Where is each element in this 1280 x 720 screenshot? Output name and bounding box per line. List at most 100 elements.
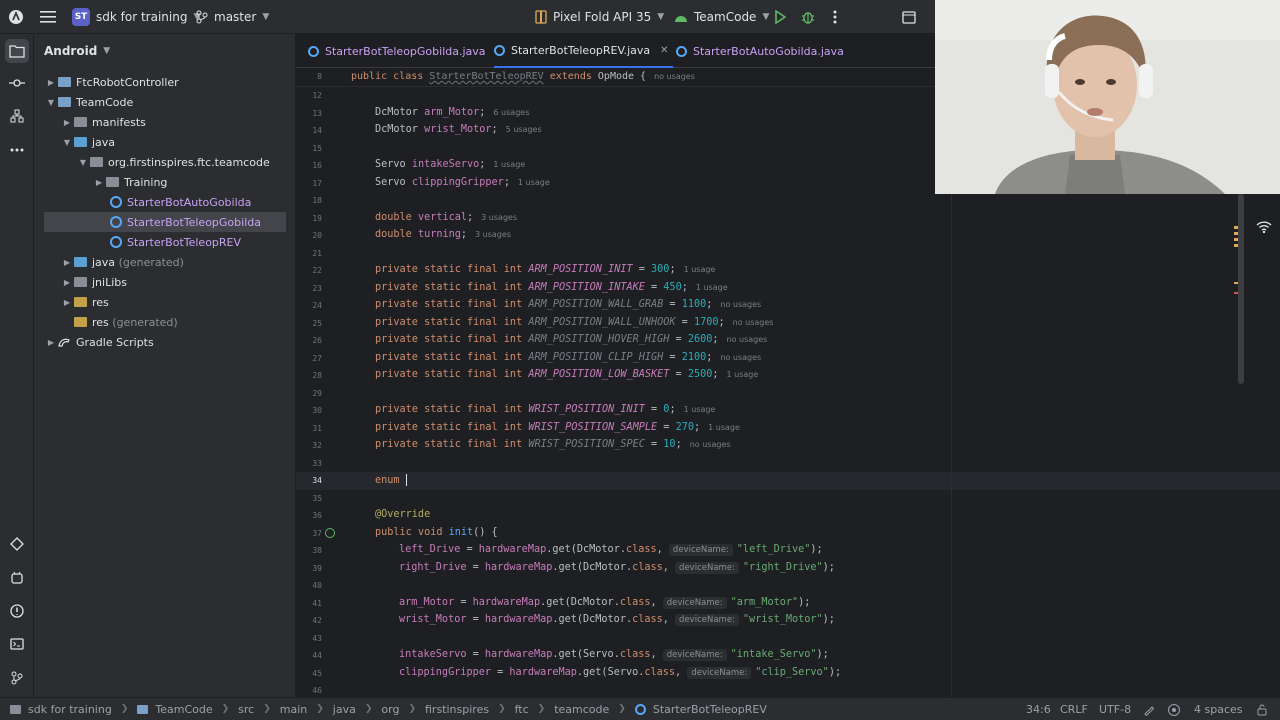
more-actions-icon[interactable] xyxy=(833,0,837,34)
tree-item-package[interactable]: ▼ org.firstinspires.ftc.teamcode xyxy=(34,152,296,172)
project-selector[interactable]: ST sdk for training ▼ xyxy=(72,0,200,34)
run-config-selector[interactable]: TeamCode ▼ xyxy=(674,0,769,34)
tree-item-starterbotteleoprev[interactable]: StarterBotTeleopREV xyxy=(34,232,296,252)
breadcrumb-item[interactable]: sdk for training xyxy=(10,703,112,716)
project-tool-button[interactable] xyxy=(5,39,29,63)
resource-folder-icon xyxy=(74,297,87,307)
override-gutter-icon[interactable] xyxy=(325,527,335,538)
project-view-selector[interactable]: Android ▼ xyxy=(34,34,295,68)
code-line[interactable]: 44 intakeServo = hardwareMap.get(Servo.cl… xyxy=(296,647,1280,665)
commit-tool-button[interactable] xyxy=(5,71,29,95)
tab-starterbotteleopgobilda[interactable]: StarterBotTeleopGobilda.java xyxy=(308,34,486,68)
app-logo-icon[interactable] xyxy=(8,0,24,34)
code-line[interactable]: 21 xyxy=(296,245,1280,263)
code-line[interactable]: 34 enum xyxy=(296,472,1280,490)
main-menu-icon[interactable] xyxy=(40,0,56,34)
hardware-map: hardwareMap xyxy=(484,561,553,573)
code-line[interactable]: 37 public void init() { xyxy=(296,525,1280,543)
gemini-tool-button[interactable] xyxy=(5,532,29,556)
code-line[interactable]: 22 private static final int ARM_POSITION_… xyxy=(296,262,1280,280)
breadcrumb-item[interactable]: TeamCode xyxy=(137,703,213,716)
breadcrumb-item[interactable]: main xyxy=(280,703,307,716)
terminal-tool-button[interactable] xyxy=(5,632,29,656)
tree-item-manifests[interactable]: ▶ manifests xyxy=(34,112,296,132)
code-line[interactable]: 30 private static final int WRIST_POSITIO… xyxy=(296,402,1280,420)
logcat-tool-button[interactable] xyxy=(5,566,29,590)
breadcrumb-item[interactable]: java xyxy=(333,703,356,716)
branch-selector[interactable]: master ▼ xyxy=(196,0,269,34)
tree-item-java[interactable]: ▼ java xyxy=(34,132,296,152)
readonly-toggle-icon[interactable] xyxy=(1143,698,1155,720)
tree-item-ftcrobotcontroller[interactable]: ▶ FtcRobotController xyxy=(34,72,296,92)
chevron-right-icon: ▶ xyxy=(63,297,71,307)
code-line[interactable]: 27 private static final int ARM_POSITION_… xyxy=(296,350,1280,368)
vertical-scrollbar[interactable] xyxy=(1238,194,1244,384)
code-line[interactable]: 38 left_Drive = hardwareMap.get(DcMotor.c… xyxy=(296,542,1280,560)
code-line[interactable]: 39 right_Drive = hardwareMap.get(DcMotor.… xyxy=(296,560,1280,578)
tree-item-starterbotautogobilda[interactable]: StarterBotAutoGobilda xyxy=(34,192,296,212)
tree-item-label: FtcRobotController xyxy=(76,75,179,89)
usage-hint: 6 usages xyxy=(493,107,530,117)
code-line[interactable]: 23 private static final int ARM_POSITION_… xyxy=(296,280,1280,298)
code-line[interactable]: 28 private static final int ARM_POSITION_… xyxy=(296,367,1280,385)
class-icon xyxy=(110,216,122,228)
tree-item-res-generated[interactable]: res (generated) xyxy=(34,312,296,332)
line-separator[interactable]: CRLF xyxy=(1060,698,1088,720)
indent-setting[interactable]: 4 spaces xyxy=(1194,698,1243,720)
code-line[interactable]: 35 xyxy=(296,490,1280,508)
cursor-position[interactable]: 34:6 xyxy=(1026,698,1051,720)
code-line[interactable]: 41 arm_Motor = hardwareMap.get(DcMotor.cl… xyxy=(296,595,1280,613)
inspection-icon[interactable] xyxy=(1167,698,1181,720)
tree-item-jnilibs[interactable]: ▶ jniLibs xyxy=(34,272,296,292)
code-line[interactable]: 19 double vertical; 3 usages xyxy=(296,210,1280,228)
line-number: 8 xyxy=(317,72,322,81)
debug-button[interactable] xyxy=(801,0,815,34)
tree-item-label: java xyxy=(92,135,116,149)
more-tools-icon[interactable] xyxy=(5,138,29,162)
run-button[interactable] xyxy=(774,0,786,34)
code-line[interactable]: 25 private static final int ARM_POSITION_… xyxy=(296,315,1280,333)
chevron-right-icon: ❯ xyxy=(498,704,506,714)
code-line[interactable]: 18 xyxy=(296,192,1280,210)
structure-tool-button[interactable] xyxy=(5,104,29,128)
code-line[interactable]: 32 private static final int WRIST_POSITIO… xyxy=(296,437,1280,455)
usage-hint: 1 usage xyxy=(517,177,550,187)
breadcrumb-item[interactable]: StarterBotTeleopREV xyxy=(634,703,767,716)
code-line[interactable]: 40 xyxy=(296,577,1280,595)
code-line[interactable]: 29 xyxy=(296,385,1280,403)
breadcrumb-item[interactable]: org xyxy=(381,703,399,716)
code-line[interactable]: 36 @Override xyxy=(296,507,1280,525)
close-icon[interactable]: ✕ xyxy=(660,45,668,56)
problems-tool-button[interactable] xyxy=(5,599,29,623)
code-line[interactable]: 33 xyxy=(296,455,1280,473)
code-line[interactable]: 31 private static final int WRIST_POSITIO… xyxy=(296,420,1280,438)
lock-icon[interactable] xyxy=(1256,698,1268,720)
breadcrumb-label: main xyxy=(279,702,308,716)
code-line[interactable]: 45 clippingGripper = hardwareMap.get(Serv… xyxy=(296,665,1280,683)
device-manager-icon[interactable] xyxy=(901,0,917,34)
code-line[interactable]: 20 double turning; 3 usages xyxy=(296,227,1280,245)
tree-item-training[interactable]: ▶ Training xyxy=(34,172,296,192)
line-number: 18 xyxy=(312,196,322,205)
breadcrumb-item[interactable]: firstinspires xyxy=(425,703,489,716)
code-line[interactable]: 26 private static final int ARM_POSITION_… xyxy=(296,332,1280,350)
keyword: public void xyxy=(375,526,443,538)
tree-item-starterbotteleopgobilda[interactable]: StarterBotTeleopGobilda xyxy=(44,212,286,232)
code-line[interactable]: 24 private static final int ARM_POSITION_… xyxy=(296,297,1280,315)
breadcrumb-item[interactable]: src xyxy=(238,703,254,716)
tab-starterbotteleoprev[interactable]: StarterBotTeleopREV.java ✕ xyxy=(494,34,673,68)
tree-item-java-generated[interactable]: ▶ java (generated) xyxy=(34,252,296,272)
tree-item-gradle-scripts[interactable]: ▶ Gradle Scripts xyxy=(34,332,296,352)
code-text: arm_Motor = hardwareMap.get(DcMotor.clas… xyxy=(399,596,811,609)
tree-item-res[interactable]: ▶ res xyxy=(34,292,296,312)
breadcrumb-item[interactable]: ftc xyxy=(515,703,529,716)
tree-item-teamcode[interactable]: ▼ TeamCode xyxy=(34,92,296,112)
device-selector[interactable]: Pixel Fold API 35 ▼ xyxy=(535,0,664,34)
file-encoding[interactable]: UTF-8 xyxy=(1099,698,1131,720)
code-line[interactable]: 42 wrist_Motor = hardwareMap.get(DcMotor.… xyxy=(296,612,1280,630)
code-line[interactable]: 43 xyxy=(296,630,1280,648)
breadcrumb-item[interactable]: teamcode xyxy=(554,703,609,716)
tab-starterbotautogobilda[interactable]: StarterBotAutoGobilda.java xyxy=(676,34,844,68)
git-tool-button[interactable] xyxy=(5,666,29,690)
code-text: private static final int ARM_POSITION_IN… xyxy=(375,281,728,293)
